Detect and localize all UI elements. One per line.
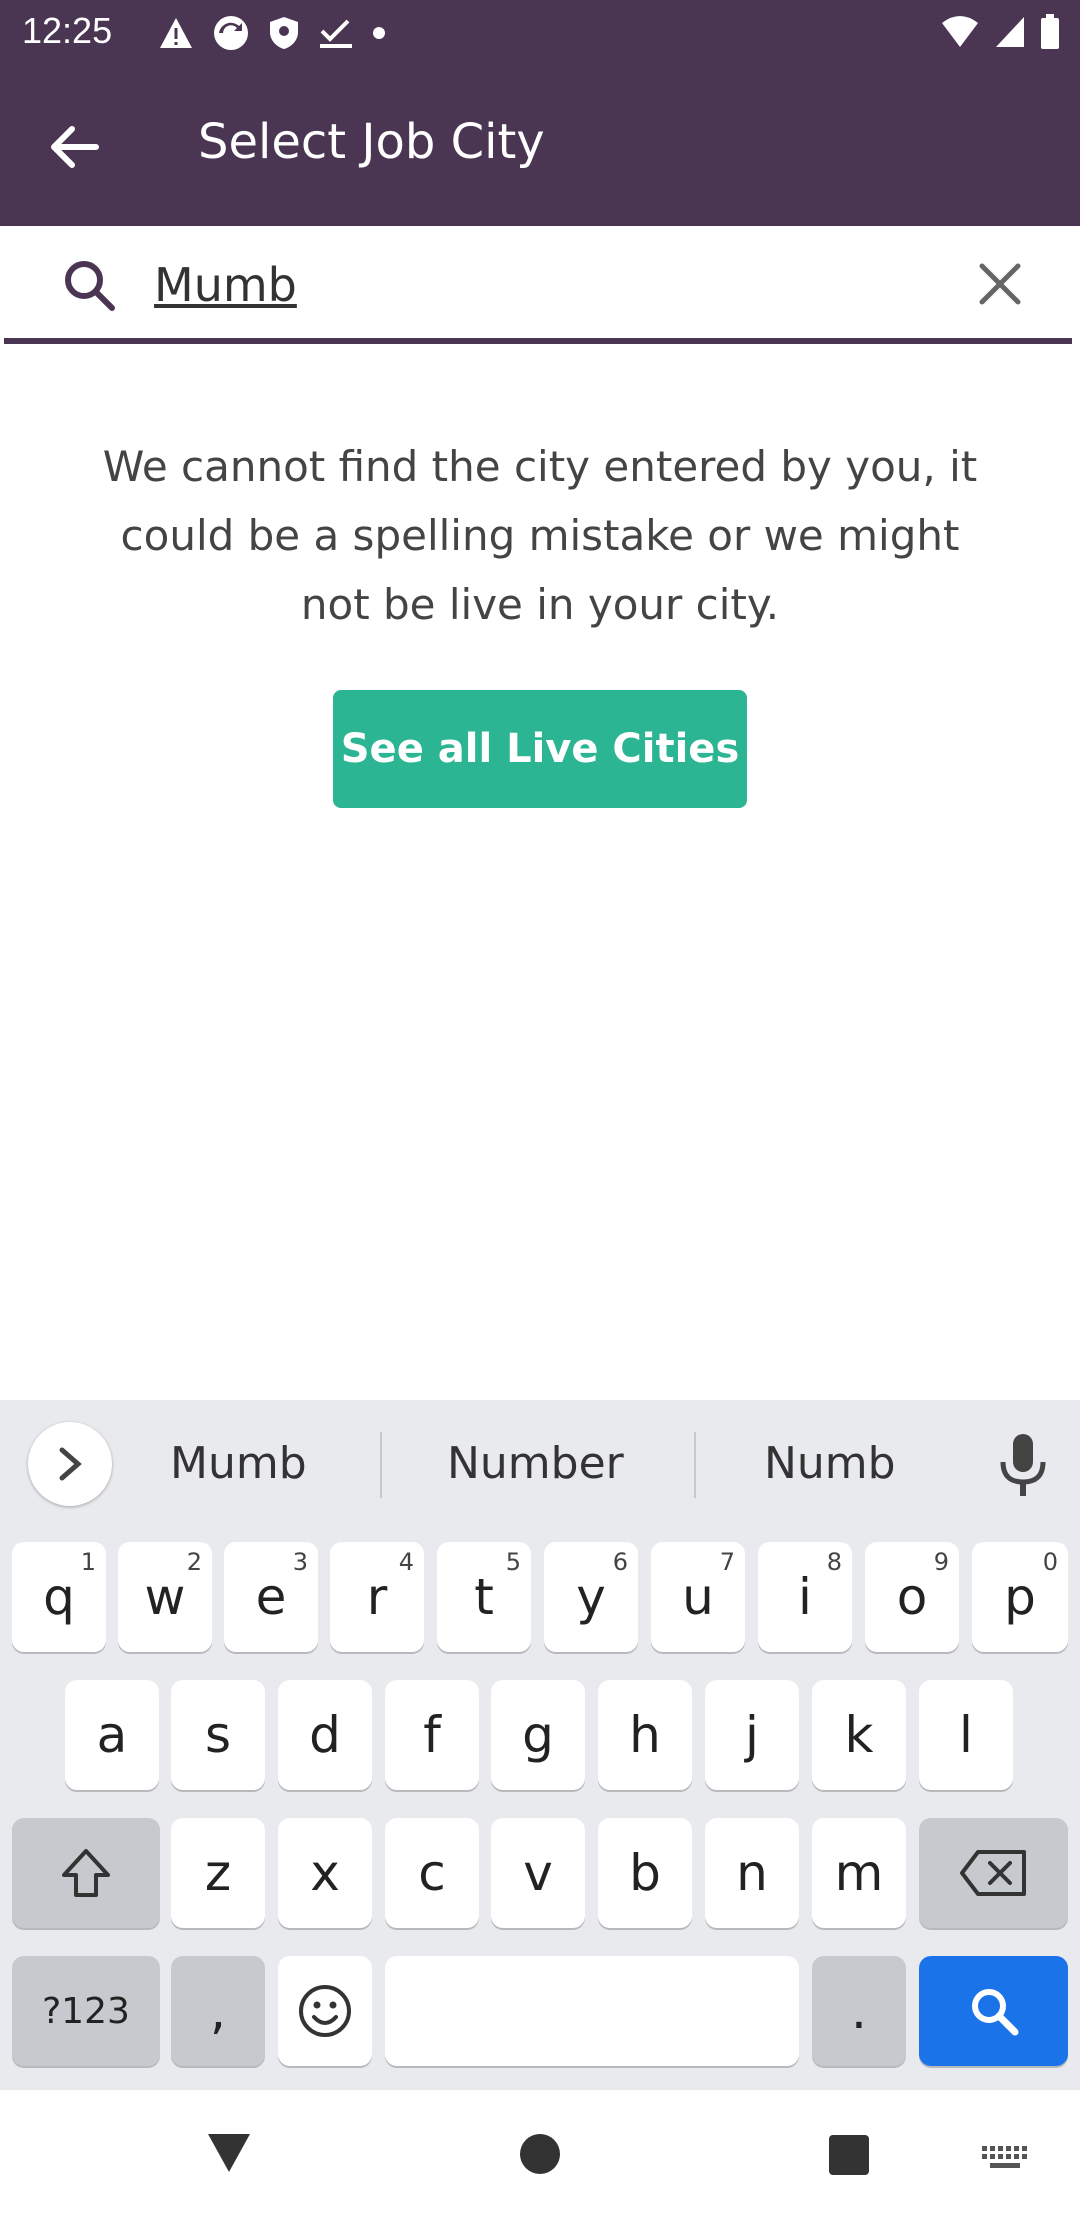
key-hint: 3: [292, 1548, 308, 1576]
dot-icon: [373, 27, 385, 39]
key-hint: 5: [505, 1548, 521, 1576]
key-j[interactable]: j: [705, 1680, 799, 1790]
warning-icon: [160, 18, 192, 48]
key-s[interactable]: s: [171, 1680, 265, 1790]
suggestion-3[interactable]: Numb: [764, 1438, 896, 1489]
key-n[interactable]: n: [705, 1818, 799, 1928]
key-e[interactable]: e3: [224, 1542, 318, 1652]
key-label: i: [798, 1568, 812, 1626]
key-d[interactable]: d: [278, 1680, 372, 1790]
back-triangle-icon[interactable]: [204, 2130, 254, 2176]
key-w[interactable]: w2: [118, 1542, 212, 1652]
key-x[interactable]: x: [278, 1818, 372, 1928]
status-bar: 12:25: [0, 0, 1080, 66]
key-label: y: [576, 1568, 606, 1626]
key-p[interactable]: p0: [972, 1542, 1068, 1652]
backspace-key[interactable]: [919, 1818, 1068, 1928]
back-button[interactable]: [40, 112, 110, 182]
space-bar[interactable]: [385, 1956, 799, 2066]
status-left-icons: [158, 14, 386, 52]
key-hint: 0: [1042, 1548, 1058, 1576]
check-download-icon: [320, 19, 352, 48]
sync-icon: [214, 16, 248, 50]
key-l[interactable]: l: [919, 1680, 1013, 1790]
search-icon: [971, 1989, 1018, 2036]
key-q[interactable]: q1: [12, 1542, 106, 1652]
search-input[interactable]: [154, 250, 934, 320]
key-hint: 6: [612, 1548, 628, 1576]
close-icon[interactable]: [972, 256, 1028, 312]
page-title: Select Job City: [198, 114, 545, 170]
expand-toolbar-button[interactable]: [28, 1422, 112, 1506]
key-r[interactable]: r4: [330, 1542, 424, 1652]
key-label: r: [366, 1568, 388, 1626]
key-t[interactable]: t5: [437, 1542, 531, 1652]
key-label: t: [474, 1568, 494, 1626]
key-hint: 7: [719, 1548, 735, 1576]
search-icon: [65, 261, 115, 311]
signal-icon: [996, 17, 1024, 47]
key-hint: 2: [186, 1548, 202, 1576]
suggestion-2[interactable]: Number: [447, 1438, 624, 1489]
keyboard-switch-icon[interactable]: [982, 2146, 1028, 2172]
suggestion-1[interactable]: Mumb: [170, 1438, 307, 1489]
key-b[interactable]: b: [598, 1818, 692, 1928]
period-key[interactable]: .: [812, 1956, 906, 2066]
key-z[interactable]: z: [171, 1818, 265, 1928]
key-label: w: [144, 1568, 186, 1626]
key-label: p: [1004, 1568, 1036, 1626]
key-label: e: [255, 1568, 287, 1626]
key-label: o: [896, 1568, 928, 1626]
status-right-icons: [940, 14, 1060, 50]
shift-key[interactable]: [12, 1818, 160, 1928]
key-hint: 1: [80, 1548, 96, 1576]
key-hint: 4: [398, 1548, 414, 1576]
key-k[interactable]: k: [812, 1680, 906, 1790]
see-all-live-cities-button[interactable]: See all Live Cities: [333, 690, 747, 808]
microphone-icon[interactable]: [995, 1430, 1051, 1500]
shield-icon: [270, 17, 298, 49]
search-action-key[interactable]: [919, 1956, 1068, 2066]
suggestion-divider: [380, 1432, 382, 1498]
suggestion-divider: [694, 1432, 696, 1498]
key-i[interactable]: i8: [758, 1542, 852, 1652]
app-bar: Select Job City: [0, 66, 1080, 226]
key-label: u: [682, 1568, 714, 1626]
key-a[interactable]: a: [65, 1680, 159, 1790]
key-label: q: [43, 1568, 75, 1626]
key-hint: 9: [933, 1548, 949, 1576]
backspace-icon: [959, 1850, 1026, 1896]
key-v[interactable]: v: [491, 1818, 585, 1928]
key-m[interactable]: m: [812, 1818, 906, 1928]
suggestion-strip: Mumb Number Numb: [0, 1400, 1080, 1530]
not-found-message: We cannot find the city entered by you, …: [102, 442, 978, 629]
emoji-icon: [299, 1985, 351, 2037]
comma-key[interactable]: ,: [171, 1956, 265, 2066]
emoji-key[interactable]: [278, 1956, 372, 2066]
key-h[interactable]: h: [598, 1680, 692, 1790]
key-hint: 8: [826, 1548, 842, 1576]
arrow-left-icon: [51, 126, 99, 168]
key-c[interactable]: c: [385, 1818, 479, 1928]
chevron-right-icon: [59, 1447, 82, 1481]
keyboard: Mumb Number Numb q1 w2 e3 r4 t5 y6 u7 i8…: [0, 1400, 1080, 2090]
wifi-icon: [942, 16, 978, 47]
navigation-bar: [0, 2090, 1080, 2220]
shift-arrow-icon: [62, 1849, 110, 1897]
recents-square-icon[interactable]: [828, 2134, 870, 2176]
key-g[interactable]: g: [491, 1680, 585, 1790]
key-y[interactable]: y6: [544, 1542, 638, 1652]
symbols-key[interactable]: ?123: [12, 1956, 160, 2066]
key-f[interactable]: f: [385, 1680, 479, 1790]
key-o[interactable]: o9: [865, 1542, 959, 1652]
battery-icon: [1041, 14, 1059, 49]
home-circle-icon[interactable]: [518, 2132, 562, 2176]
status-time: 12:25: [22, 10, 113, 51]
search-bar: [4, 226, 1072, 344]
key-u[interactable]: u7: [651, 1542, 745, 1652]
